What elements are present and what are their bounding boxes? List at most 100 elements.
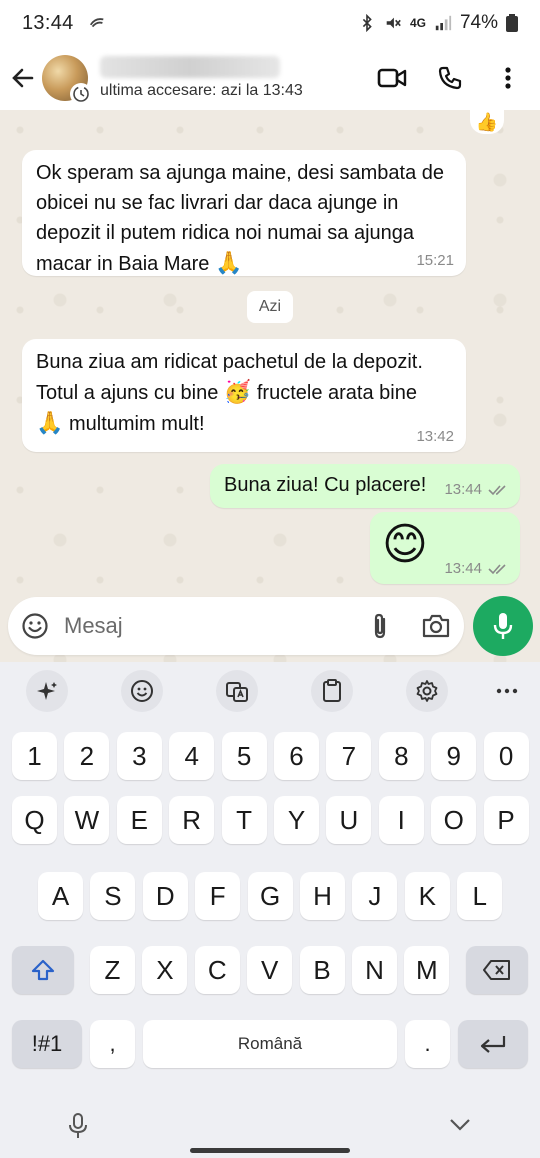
shift-key[interactable]	[12, 946, 74, 994]
double-check-icon	[488, 485, 506, 496]
clipboard-button[interactable]	[311, 670, 353, 712]
home-indicator[interactable]	[190, 1148, 350, 1153]
ai-tools-button[interactable]	[26, 670, 68, 712]
key-0[interactable]: 0	[483, 732, 529, 780]
key-u[interactable]: U	[326, 796, 372, 844]
signal-icon	[435, 15, 452, 31]
key-2[interactable]: 2	[64, 732, 110, 780]
key-w[interactable]: W	[64, 796, 110, 844]
emoji-panel-button[interactable]	[121, 670, 163, 712]
symbols-key[interactable]: !#1	[12, 1020, 82, 1068]
key-s[interactable]: S	[90, 872, 136, 920]
translate-icon	[226, 682, 248, 702]
comma-key[interactable]: ,	[90, 1020, 135, 1068]
space-key[interactable]: Română	[143, 1020, 397, 1068]
key-x[interactable]: X	[142, 946, 188, 994]
key-k[interactable]: K	[404, 872, 450, 920]
backspace-key[interactable]	[466, 946, 528, 994]
key-n[interactable]: N	[352, 946, 397, 994]
incoming-message[interactable]: Ok speram sa ajunga maine, desi sambata …	[22, 150, 466, 276]
key-a[interactable]: A	[38, 872, 83, 920]
backspace-icon	[483, 960, 510, 980]
chat-header: ultima accesare: azi la 13:43	[0, 46, 540, 110]
key-j[interactable]: J	[352, 872, 398, 920]
key-7[interactable]: 7	[326, 732, 372, 780]
key-9[interactable]: 9	[431, 732, 477, 780]
avatar[interactable]	[42, 55, 92, 105]
message-composer	[8, 597, 464, 655]
key-4[interactable]: 4	[169, 732, 215, 780]
toolbar-more-button[interactable]	[486, 670, 528, 712]
key-m[interactable]: M	[404, 946, 450, 994]
more-vert-icon	[505, 67, 511, 89]
hide-keyboard-button[interactable]	[448, 1116, 472, 1137]
keyboard-toolbar	[0, 662, 540, 720]
key-e[interactable]: E	[116, 796, 162, 844]
key-v[interactable]: V	[247, 946, 293, 994]
more-options-button[interactable]	[488, 56, 528, 100]
battery-icon	[506, 14, 518, 32]
mic-icon	[493, 613, 513, 639]
shift-icon	[31, 959, 55, 981]
outgoing-emoji-message[interactable]: 😊 13:44	[370, 512, 520, 584]
contact-info[interactable]: ultima accesare: azi la 13:43	[100, 46, 303, 110]
translate-button[interactable]	[216, 670, 258, 712]
disappearing-timer-icon	[73, 86, 89, 102]
key-t[interactable]: T	[221, 796, 267, 844]
back-button[interactable]	[4, 54, 42, 102]
keyboard: 1 2 3 4 5 6 7 8 9 0 Q W E R T Y U I O P A S D F G H J K L Z X C V B N M !#1,…	[0, 662, 540, 1158]
key-f[interactable]: F	[195, 872, 241, 920]
key-1[interactable]: 1	[12, 732, 57, 780]
video-call-button[interactable]	[372, 56, 412, 100]
emoji-button[interactable]	[8, 612, 62, 640]
key-q[interactable]: Q	[12, 796, 57, 844]
enter-key[interactable]	[458, 1020, 528, 1068]
video-call-icon	[377, 68, 407, 88]
battery-percent: 74%	[459, 12, 498, 33]
key-b[interactable]: B	[299, 946, 345, 994]
attach-icon	[374, 613, 386, 639]
key-o[interactable]: O	[431, 796, 477, 844]
bluetooth-icon	[362, 14, 372, 32]
key-y[interactable]: Y	[274, 796, 319, 844]
keyboard-nav-bar	[0, 1102, 540, 1158]
message-input[interactable]	[62, 613, 352, 639]
key-h[interactable]: H	[300, 872, 345, 920]
party-emoji: 🥳	[223, 379, 252, 404]
period-key[interactable]: .	[405, 1020, 450, 1068]
key-d[interactable]: D	[142, 872, 188, 920]
key-g[interactable]: G	[247, 872, 293, 920]
message-text: Ok speram sa ajunga maine, desi sambata …	[36, 162, 444, 275]
key-5[interactable]: 5	[221, 732, 267, 780]
outgoing-message[interactable]: Buna ziua! Cu placere! 13:44	[210, 464, 520, 508]
sticker-icon	[131, 680, 153, 702]
key-3[interactable]: 3	[116, 732, 162, 780]
message-time: 13:42	[416, 428, 454, 445]
status-bar: 13:44 4G 74%	[0, 0, 540, 46]
camera-button[interactable]	[408, 613, 464, 639]
network-label: 4G	[409, 16, 426, 30]
reaction-chip[interactable]: 👍	[470, 110, 504, 134]
incoming-message[interactable]: Buna ziua am ridicat pachetul de la depo…	[22, 339, 466, 452]
status-time: 13:44	[22, 11, 74, 34]
ai-sparkle-icon	[37, 682, 57, 700]
voice-call-button[interactable]	[430, 56, 470, 100]
message-time: 13:44	[444, 560, 508, 578]
key-8[interactable]: 8	[378, 732, 424, 780]
key-p[interactable]: P	[483, 796, 529, 844]
pray-emoji: 🙏	[214, 250, 243, 275]
keyboard-settings-button[interactable]	[406, 670, 448, 712]
key-i[interactable]: I	[378, 796, 424, 844]
chat-area[interactable]: 👍 Ok speram sa ajunga maine, desi sambat…	[0, 110, 540, 662]
key-c[interactable]: C	[194, 946, 240, 994]
key-z[interactable]: Z	[90, 946, 135, 994]
pray-emoji: 🙏	[36, 410, 64, 435]
message-time: 15:21	[416, 252, 454, 269]
message-text: Buna ziua am ridicat pachetul de la depo…	[36, 351, 423, 435]
key-l[interactable]: L	[457, 872, 503, 920]
keyboard-voice-button[interactable]	[66, 1112, 90, 1145]
key-r[interactable]: R	[169, 796, 215, 844]
voice-message-button[interactable]	[473, 596, 533, 656]
attach-button[interactable]	[352, 612, 408, 640]
key-6[interactable]: 6	[274, 732, 319, 780]
